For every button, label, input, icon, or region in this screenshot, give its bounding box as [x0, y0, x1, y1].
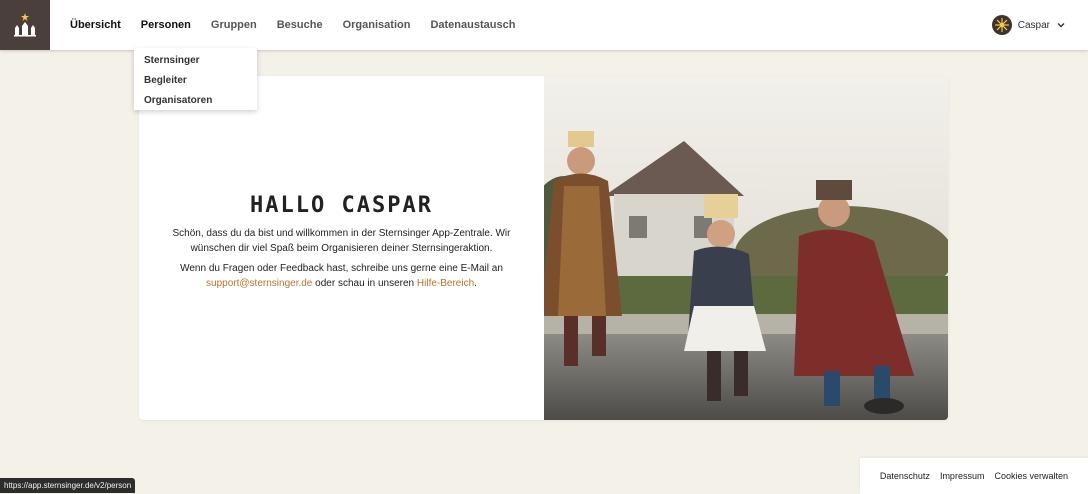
- user-name: Caspar: [1017, 19, 1050, 31]
- personen-dropdown-menu: Sternsinger Begleiter Organisatoren: [134, 48, 257, 110]
- footer: Datenschutz Impressum Cookies verwalten: [860, 458, 1088, 494]
- three-kings-logo-icon: [14, 13, 36, 37]
- nav-item-datenaustausch[interactable]: Datenaustausch: [420, 0, 525, 50]
- star-avatar-icon: [994, 17, 1009, 33]
- star-singers-illustration: [544, 76, 948, 420]
- dropdown-item-organisatoren[interactable]: Organisatoren: [134, 91, 257, 111]
- chevron-down-icon: [1057, 23, 1065, 28]
- dropdown-item-begleiter[interactable]: Begleiter: [134, 71, 257, 91]
- nav-item-besuche[interactable]: Besuche: [267, 0, 333, 50]
- welcome-contact: Wenn du Fragen oder Feedback hast, schre…: [180, 261, 503, 291]
- welcome-title: HALLO CASPAR: [250, 193, 433, 218]
- nav-item-organisation[interactable]: Organisation: [333, 0, 421, 50]
- contact-middle: oder schau in unseren: [315, 278, 415, 289]
- nav-item-gruppen[interactable]: Gruppen: [201, 0, 267, 50]
- welcome-card: HALLO CASPAR Schön, dass du da bist und …: [139, 76, 948, 420]
- avatar: [991, 15, 1012, 35]
- main-nav: Übersicht Personen Gruppen Besuche Organ…: [60, 0, 525, 50]
- help-area-link[interactable]: Hilfe-Bereich: [417, 278, 474, 289]
- nav-item-uebersicht[interactable]: Übersicht: [60, 0, 131, 50]
- contact-prefix: Wenn du Fragen oder Feedback hast, schre…: [180, 263, 503, 274]
- status-url-tooltip: https://app.sternsinger.de/v2/person: [0, 478, 136, 493]
- welcome-intro: Schön, dass du da bist und willkommen in…: [172, 228, 511, 254]
- support-email-link[interactable]: support@sternsinger.de: [206, 278, 312, 289]
- sternsinger-logo[interactable]: [0, 0, 50, 50]
- welcome-text-panel: HALLO CASPAR Schön, dass du da bist und …: [139, 76, 544, 420]
- footer-link-impressum[interactable]: Impressum: [940, 471, 985, 481]
- contact-suffix: .: [474, 278, 477, 289]
- footer-link-datenschutz[interactable]: Datenschutz: [880, 471, 930, 481]
- user-menu[interactable]: Caspar: [991, 0, 1066, 50]
- dropdown-item-sternsinger[interactable]: Sternsinger: [134, 51, 257, 71]
- nav-item-personen[interactable]: Personen: [131, 0, 201, 50]
- top-navigation-bar: Übersicht Personen Gruppen Besuche Organ…: [0, 0, 1088, 50]
- star-singers-photo: [544, 76, 948, 420]
- footer-link-cookies[interactable]: Cookies verwalten: [994, 471, 1068, 481]
